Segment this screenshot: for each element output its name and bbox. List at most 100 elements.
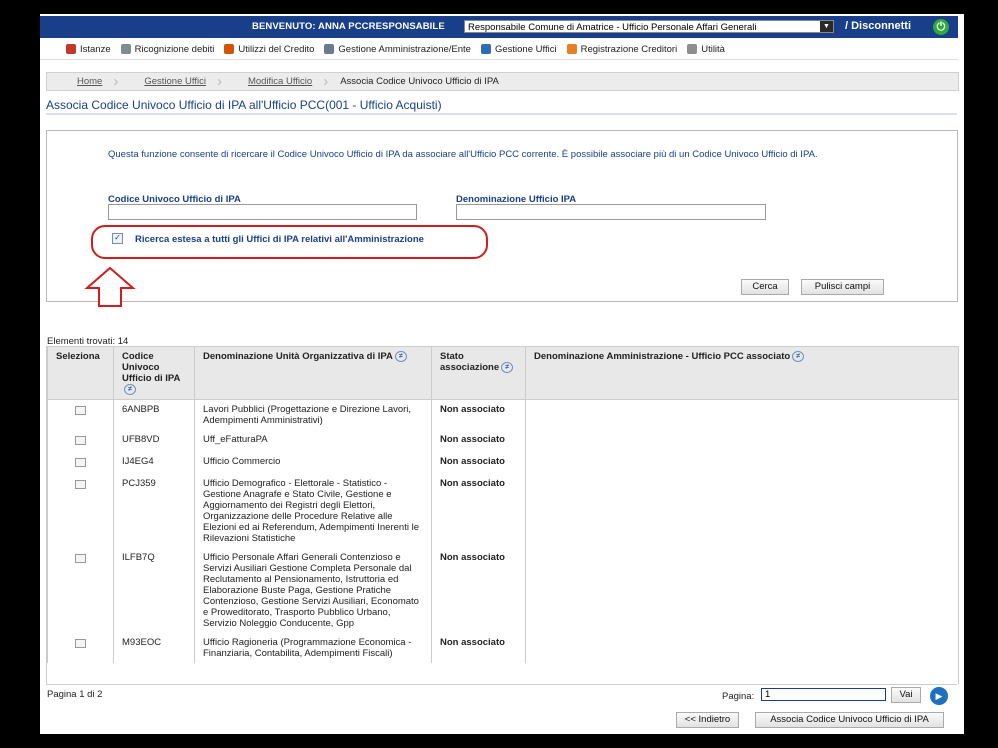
row-checkbox[interactable] (75, 554, 86, 564)
power-icon[interactable]: ⏻ (933, 19, 949, 35)
table-row: ILFB7Q Ufficio Personale Affari Generali … (47, 548, 958, 634)
page-label: Pagina: (722, 691, 755, 702)
menu-item-label: Registrazione Creditori (580, 43, 678, 55)
go-arrow-icon[interactable]: ▶ (930, 687, 948, 705)
amministrazione-cell (525, 430, 958, 453)
denominazione-cell: Ufficio Commercio (194, 452, 432, 475)
menu-item-label: Ricognizione debiti (134, 43, 215, 55)
main-menu: Istanze Ricognizione debiti Utilizzi del C… (66, 40, 735, 58)
stato-cell: Non associato (431, 548, 526, 634)
page-title: Associa Codice Univoco Ufficio di IPA al… (46, 98, 442, 112)
row-select-cell (47, 452, 114, 475)
breadcrumb-home[interactable]: Home (47, 73, 119, 90)
amministrazione-cell (525, 548, 958, 634)
table-row: M93EOC Ufficio Ragioneria (Programmazione… (47, 633, 958, 664)
stato-cell: Non associato (431, 399, 526, 431)
codice-cell: UFB8VD (113, 430, 195, 453)
col-amministrazione[interactable]: Denominazione Amministrazione - Ufficio … (525, 346, 958, 401)
denominazione-cell: Ufficio Personale Affari Generali Conten… (194, 548, 432, 634)
col-codice[interactable]: Codice Univoco Ufficio di IPA≠ (113, 346, 195, 401)
breadcrumb-modifica-ufficio[interactable]: Modifica Ufficio (220, 73, 329, 90)
table-row: UFB8VD Uff_eFatturaPA Non associato (47, 430, 958, 453)
denominazione-input[interactable] (456, 204, 766, 220)
row-select-cell (47, 548, 114, 634)
menu-item-label: Istanze (80, 43, 111, 55)
amministrazione-cell (525, 452, 958, 475)
menu-divider (40, 59, 958, 60)
row-checkbox[interactable] (75, 436, 86, 446)
breadcrumb: Home Gestione Uffici Modifica Ufficio As… (46, 72, 959, 91)
network-icon (480, 44, 491, 54)
page-info: Pagina 1 di 2 (47, 689, 103, 700)
row-select-cell (47, 430, 114, 453)
col-stato[interactable]: Stato associazione ≠ (431, 346, 526, 401)
up-arrow-icon (84, 266, 136, 307)
menu-item-label: Gestione Amministrazione/Ente (338, 43, 471, 55)
breadcrumb-current: Associa Codice Univoco Ufficio di IPA (340, 76, 499, 87)
extended-search-checkbox[interactable]: ✓ (112, 233, 123, 244)
sort-info-icon[interactable]: ≠ (124, 384, 136, 395)
stato-cell: Non associato (431, 474, 526, 549)
row-checkbox[interactable] (75, 639, 86, 649)
results-table: Seleziona Codice Univoco Ufficio di IPA≠… (46, 346, 959, 684)
chevron-down-icon[interactable]: ▼ (820, 21, 833, 32)
denominazione-cell: Ufficio Ragioneria (Programmazione Econo… (194, 633, 432, 664)
menu-item-6[interactable]: Utilità (687, 40, 725, 58)
vai-button[interactable]: Vai (891, 687, 921, 703)
menu-item-5[interactable]: Registrazione Creditori (566, 40, 678, 58)
menu-item-4[interactable]: Gestione Uffici (480, 40, 557, 58)
ente-select-value: Responsabile Comune di Amatrice - Uffici… (468, 22, 757, 33)
sort-info-icon[interactable]: ≠ (792, 351, 805, 362)
menu-item-label: Utilizzi del Credito (238, 43, 315, 55)
stato-cell: Non associato (431, 430, 526, 453)
codice-cell: PCJ359 (113, 474, 195, 549)
denominazione-cell: Ufficio Demografico - Elettorale - Stati… (194, 474, 432, 549)
pulisci-button[interactable]: Pulisci campi (801, 279, 884, 295)
user-icon (566, 44, 577, 54)
stato-cell: Non associato (431, 452, 526, 475)
sort-info-icon[interactable]: ≠ (394, 351, 407, 362)
codice-input[interactable] (108, 204, 417, 220)
row-checkbox[interactable] (75, 458, 86, 468)
menu-item-label: Gestione Uffici (494, 43, 557, 55)
col-denominazione[interactable]: Denominazione Unità Organizzativa di IPA… (194, 346, 432, 401)
row-select-cell (47, 399, 114, 431)
row-checkbox[interactable] (75, 480, 86, 490)
top-bar: BENVENUTO: ANNA PCCRESPONSABILE Responsa… (40, 16, 958, 38)
row-select-cell (47, 633, 114, 664)
table-bottom-border (46, 684, 957, 685)
istanze-icon (66, 44, 76, 54)
codice-cell: M93EOC (113, 633, 195, 664)
row-checkbox[interactable] (75, 406, 86, 416)
search-panel: Questa funzione consente di ricercare il… (46, 130, 958, 307)
menu-item-1[interactable]: Ricognizione debiti (120, 40, 215, 58)
table-header-row: Seleziona Codice Univoco Ufficio di IPA≠… (47, 346, 958, 401)
person-icon (224, 44, 235, 54)
sort-info-icon[interactable]: ≠ (501, 362, 514, 373)
ente-select[interactable]: Responsabile Comune di Amatrice - Uffici… (464, 20, 834, 33)
back-button[interactable]: << Indietro (676, 712, 739, 728)
page-number-input[interactable] (761, 688, 886, 701)
denominazione-cell: Lavori Pubblici (Progettazione e Direzio… (194, 399, 432, 431)
associate-button[interactable]: Associa Codice Univoco Ufficio di IPA (755, 712, 944, 728)
amministrazione-cell (525, 399, 958, 431)
menu-item-3[interactable]: Gestione Amministrazione/Ente (324, 40, 471, 58)
breadcrumb-gestione-uffici[interactable]: Gestione Uffici (116, 73, 221, 90)
amministrazione-cell (525, 633, 958, 664)
stato-cell: Non associato (431, 633, 526, 664)
document-icon (120, 44, 131, 54)
amministrazione-cell (525, 474, 958, 549)
col-seleziona: Seleziona (47, 346, 114, 401)
menu-item-label: Utilità (701, 43, 725, 55)
search-description: Questa funzione consente di ricercare il… (108, 149, 818, 160)
row-select-cell (47, 474, 114, 549)
codice-cell: IJ4EG4 (113, 452, 195, 475)
title-divider (46, 113, 957, 115)
tools-icon (687, 44, 698, 54)
menu-item-0[interactable]: Istanze (66, 40, 111, 58)
menu-item-2[interactable]: Utilizzi del Credito (224, 40, 314, 58)
disconnect-link[interactable]: / Disconnetti (845, 20, 911, 32)
app-window: BENVENUTO: ANNA PCCRESPONSABILE Responsa… (40, 14, 964, 734)
cerca-button[interactable]: Cerca (741, 279, 789, 295)
table-row: 6ANBPB Lavori Pubblici (Progettazione e D… (47, 399, 958, 431)
